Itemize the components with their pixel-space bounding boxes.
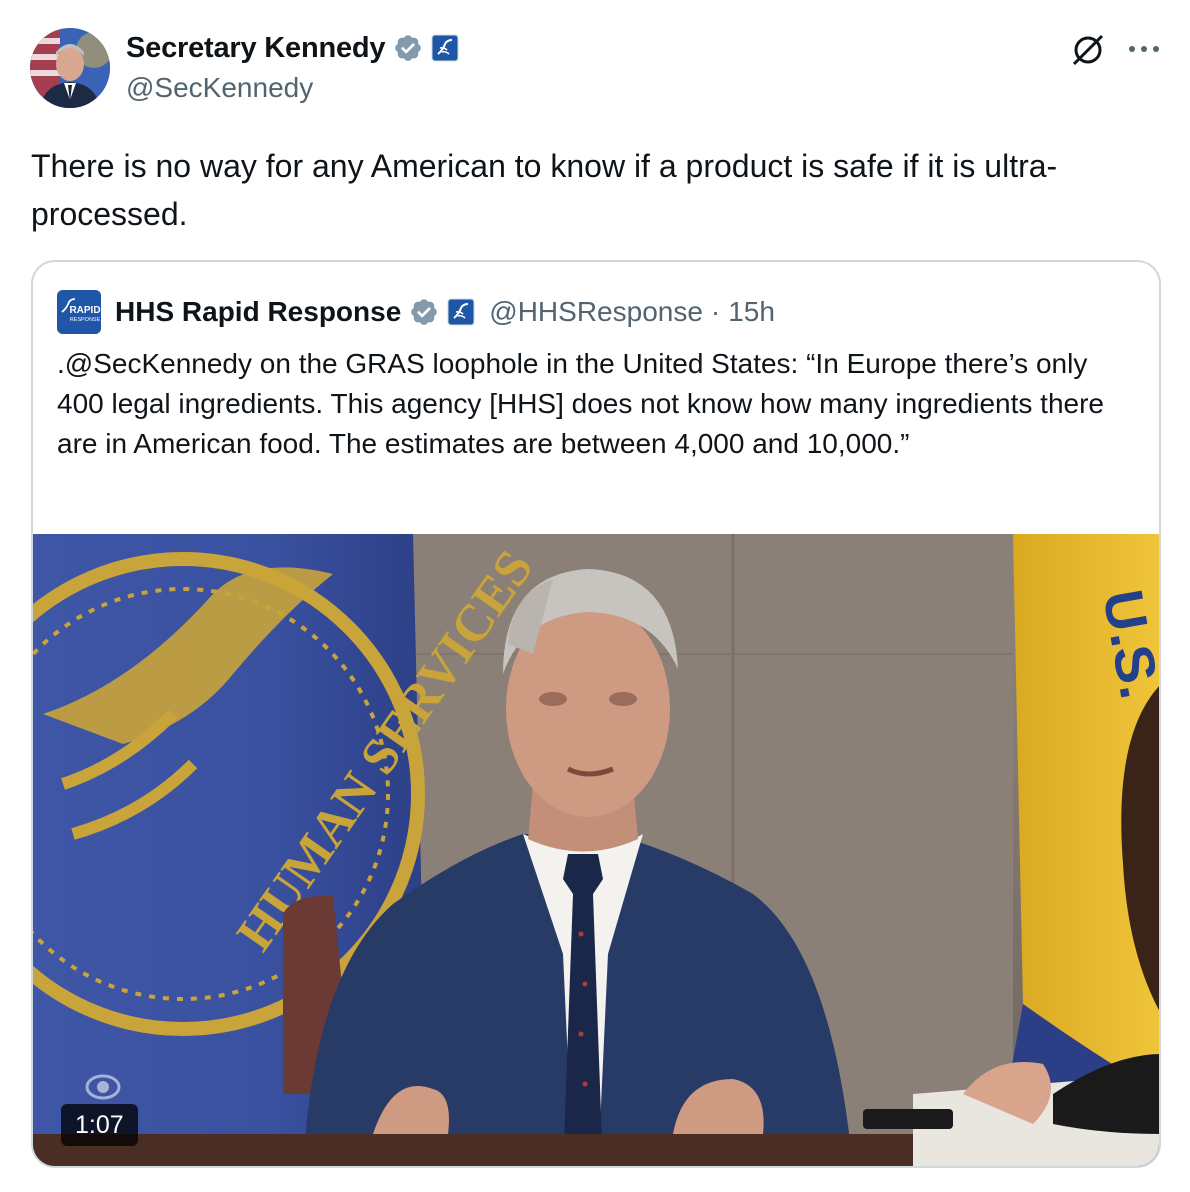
svg-text:RAPID: RAPID [69, 305, 100, 316]
tweet-text: There is no way for any American to know… [31, 148, 1058, 232]
cbs-eye-icon [85, 1069, 121, 1105]
quoted-tweet-header: RAPID RESPONSE HHS Rapid Response @HHSRe… [57, 290, 775, 334]
quoted-hhs-affiliation-icon[interactable] [447, 298, 475, 326]
author-name[interactable]: Secretary Kennedy [126, 32, 386, 65]
author-block: Secretary Kennedy @SecKennedy [126, 30, 459, 104]
author-name-row: Secretary Kennedy [126, 30, 459, 66]
verified-badge-icon[interactable] [393, 33, 423, 63]
author-avatar[interactable] [30, 28, 110, 108]
more-icon[interactable] [1124, 34, 1164, 64]
video-duration: 1:07 [61, 1104, 138, 1146]
quoted-author-name[interactable]: HHS Rapid Response [115, 296, 401, 328]
quoted-timestamp[interactable]: 15h [728, 296, 775, 328]
svg-text:RESPONSE: RESPONSE [70, 317, 101, 323]
tweet-card[interactable]: Secretary Kennedy @SecKennedy There is n… [0, 0, 1190, 1192]
quoted-author-avatar[interactable]: RAPID RESPONSE [57, 290, 101, 334]
quoted-video[interactable]: HUMAN SERVICES U.S. 1:07 [33, 534, 1159, 1166]
quoted-verified-badge-icon[interactable] [409, 297, 439, 327]
author-handle[interactable]: @SecKennedy [126, 72, 459, 104]
hhs-affiliation-icon[interactable] [431, 34, 459, 62]
quoted-tweet-text: .@SecKennedy on the GRAS loophole in the… [57, 348, 1104, 459]
quoted-tweet[interactable]: RAPID RESPONSE HHS Rapid Response @HHSRe… [31, 260, 1161, 1168]
quoted-author-handle[interactable]: @HHSResponse [489, 296, 703, 328]
grok-icon[interactable] [1068, 30, 1108, 70]
quoted-separator: · [710, 296, 721, 327]
